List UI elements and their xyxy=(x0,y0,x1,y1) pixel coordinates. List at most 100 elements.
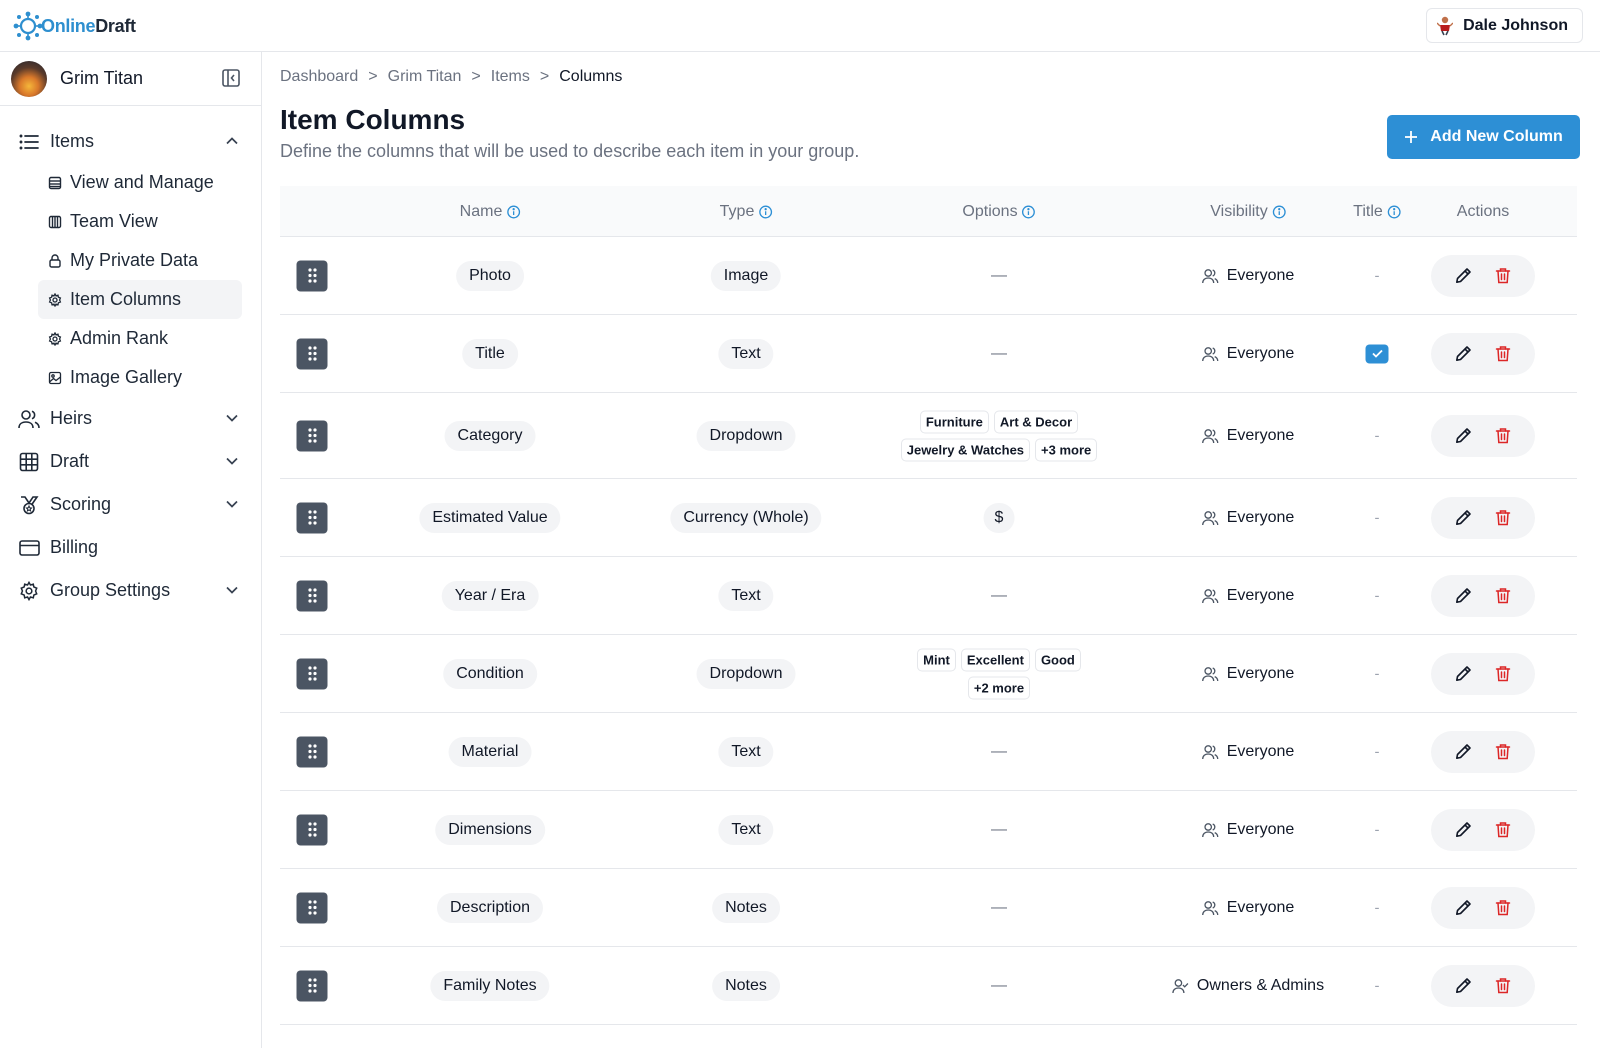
users-icon xyxy=(1202,900,1219,916)
table-row: Description Notes — Everyone - xyxy=(280,869,1577,947)
add-new-column-button[interactable]: Add New Column xyxy=(1387,115,1580,159)
breadcrumb-items[interactable]: Items xyxy=(491,68,530,86)
sidebar-item-scoring[interactable]: Scoring xyxy=(0,483,261,526)
drag-handle-icon[interactable] xyxy=(296,814,328,845)
delete-trash-icon[interactable] xyxy=(1495,345,1511,362)
drag-handle[interactable] xyxy=(296,260,328,291)
edit-pencil-icon[interactable] xyxy=(1455,821,1472,838)
actions-group xyxy=(1431,730,1535,773)
delete-trash-icon[interactable] xyxy=(1495,427,1511,444)
delete-trash-icon[interactable] xyxy=(1495,821,1511,838)
row-actions xyxy=(1431,652,1535,695)
drag-handle[interactable] xyxy=(296,892,328,923)
drag-handle-icon[interactable] xyxy=(296,502,328,533)
edit-pencil-icon[interactable] xyxy=(1455,587,1472,604)
delete-trash-icon[interactable] xyxy=(1495,977,1511,994)
breadcrumb-current: Columns xyxy=(559,68,623,85)
delete-trash-icon[interactable] xyxy=(1495,267,1511,284)
drag-handle-icon[interactable] xyxy=(296,420,328,451)
delete-trash-icon[interactable] xyxy=(1495,665,1511,682)
sidebar-item-billing[interactable]: Billing xyxy=(0,526,261,569)
drag-handle[interactable] xyxy=(296,502,328,533)
columns-icon xyxy=(48,215,62,229)
chevron-down-icon[interactable] xyxy=(225,411,239,425)
sidebar-subitem-item-columns[interactable]: Item Columns xyxy=(38,280,242,319)
edit-pencil-icon[interactable] xyxy=(1455,427,1472,444)
no-title-marker: - xyxy=(1374,267,1380,284)
medal-icon xyxy=(18,495,40,515)
drag-handle[interactable] xyxy=(296,970,328,1001)
chevron-down-icon[interactable] xyxy=(225,497,239,511)
edit-pencil-icon[interactable] xyxy=(1455,267,1472,284)
drag-handle-icon[interactable] xyxy=(296,338,328,369)
edit-pencil-icon[interactable] xyxy=(1455,977,1472,994)
drag-handle-icon[interactable] xyxy=(296,736,328,767)
edit-pencil-icon[interactable] xyxy=(1455,345,1472,362)
info-icon[interactable] xyxy=(506,205,520,219)
delete-trash-icon[interactable] xyxy=(1495,587,1511,604)
info-icon[interactable] xyxy=(1272,205,1286,219)
sidebar-subitem-team-view[interactable]: Team View xyxy=(0,202,242,241)
edit-pencil-icon[interactable] xyxy=(1455,665,1472,682)
drag-handle-icon[interactable] xyxy=(296,580,328,611)
drag-handle-icon[interactable] xyxy=(296,260,328,291)
sidebar-subitem-image-gallery[interactable]: Image Gallery xyxy=(0,358,242,397)
chevron-down-icon[interactable] xyxy=(225,583,239,597)
drag-handle[interactable] xyxy=(296,736,328,767)
header-title: Title xyxy=(1353,186,1401,237)
breadcrumb-dashboard[interactable]: Dashboard xyxy=(280,68,358,86)
sidebar-subitem-admin-rank[interactable]: Admin Rank xyxy=(0,319,242,358)
column-title-flag: - xyxy=(1375,977,1380,994)
info-icon[interactable] xyxy=(1387,205,1401,219)
drag-handle-icon[interactable] xyxy=(296,892,328,923)
column-type: Notes xyxy=(712,892,780,923)
sidebar-subitem-my-private-data[interactable]: My Private Data xyxy=(0,241,242,280)
list-icon xyxy=(18,134,40,150)
sidebar-item-draft[interactable]: Draft xyxy=(0,440,261,483)
drag-handle[interactable] xyxy=(296,814,328,845)
info-icon[interactable] xyxy=(758,205,772,219)
sidebar-item-group-settings[interactable]: Group Settings xyxy=(0,569,261,612)
edit-pencil-icon[interactable] xyxy=(1455,899,1472,916)
delete-trash-icon[interactable] xyxy=(1495,899,1511,916)
column-visibility: Everyone xyxy=(1202,664,1295,683)
drag-handle[interactable] xyxy=(296,338,328,369)
user-menu-button[interactable]: Dale Johnson xyxy=(1426,8,1583,43)
title-checkbox[interactable] xyxy=(1365,344,1389,363)
users-icon xyxy=(18,409,40,429)
delete-trash-icon[interactable] xyxy=(1495,509,1511,526)
drag-handle-icon[interactable] xyxy=(296,970,328,1001)
main-content: Dashboard > Grim Titan > Items > Columns… xyxy=(263,52,1600,1048)
table-row: Title Text — Everyone xyxy=(280,315,1577,393)
breadcrumb-group[interactable]: Grim Titan xyxy=(388,68,462,86)
column-title-flag[interactable] xyxy=(1365,344,1389,363)
empty-options: — xyxy=(991,976,1007,994)
visibility-value: Owners & Admins xyxy=(1172,977,1324,995)
edit-pencil-icon[interactable] xyxy=(1455,509,1472,526)
visibility-label: Everyone xyxy=(1226,426,1295,444)
sidebar-item-heirs[interactable]: Heirs xyxy=(0,397,261,440)
drag-handle[interactable] xyxy=(296,658,328,689)
drag-handle[interactable] xyxy=(296,420,328,451)
column-options: — xyxy=(991,267,1007,285)
chevron-up-icon[interactable] xyxy=(225,134,239,148)
drag-handle-icon[interactable] xyxy=(296,658,328,689)
sidebar-item-items[interactable]: Items xyxy=(0,120,261,163)
delete-trash-icon[interactable] xyxy=(1495,743,1511,760)
column-name: Condition xyxy=(443,658,537,689)
collapse-sidebar-icon[interactable] xyxy=(221,68,241,88)
edit-pencil-icon[interactable] xyxy=(1455,743,1472,760)
drag-handle[interactable] xyxy=(296,580,328,611)
actions-group xyxy=(1431,808,1535,851)
visibility-label: Everyone xyxy=(1226,664,1295,682)
sidebar-subitem-view-and-manage[interactable]: View and Manage xyxy=(0,163,242,202)
app-logo[interactable]: OnlineDraft xyxy=(12,10,136,42)
chevron-down-icon[interactable] xyxy=(225,454,239,468)
column-type: Notes xyxy=(712,970,780,1001)
column-type: Image xyxy=(710,260,782,291)
info-icon[interactable] xyxy=(1022,205,1036,219)
gear-icon xyxy=(18,580,40,601)
column-name-pill: Material xyxy=(448,736,532,767)
empty-options: — xyxy=(991,344,1007,362)
table-row: Dimensions Text — Everyone - xyxy=(280,791,1577,869)
